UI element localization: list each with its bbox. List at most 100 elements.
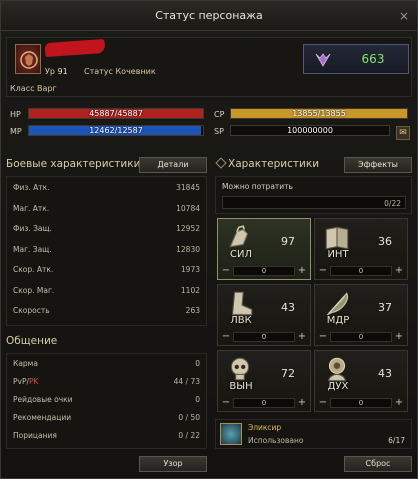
plus-button[interactable]: + [393,397,405,409]
social-row-recommend: Рекомендации 0 / 50 [13,413,200,422]
book-icon [325,226,349,250]
plus-button[interactable]: + [296,331,308,343]
stat-abbr: СИЛ [230,249,252,260]
elixir-used-label: Использовано [248,436,304,445]
stat-value: 37 [378,301,392,314]
skull-icon [230,357,250,381]
combat-stat-row: Физ. Защ. 12952 [13,221,200,237]
free-points-box: Можно потратить 0/22 [215,176,412,214]
stat-card[interactable]: ЛВК 43 −0 + [217,284,311,346]
vital-bars: HP 45887/45887 MP 12462/12587 CP 13855/1… [6,106,412,142]
details-button[interactable]: Детали [139,157,207,173]
stat-card[interactable]: СИЛ 97 −0 + [217,218,311,280]
stat-allocator: −0 + [317,331,405,343]
combat-stat-value: 1102 [180,285,200,295]
stat-abbr: ДУХ [327,381,349,392]
minus-button[interactable]: − [317,397,329,409]
combat-stat-value: 10784 [176,203,200,213]
combat-title: Боевые характеристики [6,158,141,170]
stat-value: 97 [281,235,295,248]
minus-button[interactable]: − [317,331,329,343]
hp-text: 45887/45887 [89,109,143,118]
stat-allocator: −0 + [220,265,308,277]
stat-alloc-field[interactable]: 0 [330,398,392,408]
stat-allocator: −0 + [317,397,405,409]
stat-abbr: ЛВК [230,315,252,326]
stat-value: 43 [281,301,295,314]
stat-card[interactable]: МДР 37 −0 + [314,284,408,346]
reset-button[interactable]: Сброс [344,456,412,472]
stat-alloc-field[interactable]: 0 [330,266,392,276]
status: Статус Кочевник [84,67,156,76]
stat-card[interactable]: ВЫН 72 −0 + [217,350,311,412]
minus-button[interactable]: − [220,265,232,277]
combat-stat-value: 263 [185,306,200,315]
hp-label: HP [10,110,21,119]
combat-stat-label: Скор. Маг. [13,285,55,295]
combat-stat-label: Физ. Защ. [13,224,52,233]
elixir-count: 6/17 [388,436,405,445]
combat-stat-row: Скор. Атк. 1973 [13,262,200,278]
stat-alloc-field[interactable]: 0 [330,332,392,342]
character-header: Ур 91 Статус Кочевник Класс Варг 663 [6,37,412,97]
sp-scroll-icon[interactable]: ✉ [396,126,410,140]
boot-icon [231,291,253,316]
stat-value: 43 [378,367,392,380]
crest-icon [315,53,331,67]
stat-value: 36 [378,235,392,248]
minus-button[interactable]: − [317,265,329,277]
level: Ур 91 [45,67,68,76]
stat-alloc-field[interactable]: 0 [233,332,295,342]
mp-text: 12462/12587 [89,126,143,135]
spirit-icon [327,357,347,382]
combat-stat-label: Маг. Атк. [13,203,50,213]
combat-stat-row: Маг. Защ. 12830 [13,242,200,258]
combat-stat-label: Скор. Атк. [13,265,54,274]
social-title: Общение [6,335,58,347]
title-bar[interactable]: Статус персонажа × [1,1,417,31]
cp-text: 13855/13855 [292,109,346,118]
free-points-label: Можно потратить [222,182,293,191]
stat-abbr: МДР [326,315,350,326]
social-panel: Карма 0 PvP/PK 44 / 73 Рейдовые очки 0 Реко… [6,353,207,449]
elixir-icon[interactable] [220,423,242,445]
plus-button[interactable]: + [296,397,308,409]
combat-stat-label: Физ. Атк. [13,183,50,192]
social-row-reproach: Порицания 0 / 22 [13,431,200,440]
sp-text: 100000000 [287,126,333,135]
fist-icon [229,225,249,248]
stats-title: Характеристики [215,157,319,170]
combat-stat-value: 1973 [180,265,200,274]
elixir-name: Эликсир [248,423,282,432]
mp-bar: 12462/12587 [28,125,204,136]
social-row-raid: Рейдовые очки 0 [13,395,200,404]
plus-button[interactable]: + [393,331,405,343]
mp-label: MP [10,127,22,136]
combat-stat-label: Скорость [13,306,50,315]
class: Класс Варг [10,84,57,93]
sp-bar: 100000000 [230,125,390,136]
stat-allocator: −0 + [317,265,405,277]
minus-button[interactable]: − [220,331,232,343]
minus-button[interactable]: − [220,397,232,409]
plus-button[interactable]: + [296,265,308,277]
stat-abbr: ИНТ [327,249,349,260]
cp-label: CP [214,110,225,119]
stat-card[interactable]: ИНТ 36 −0 + [314,218,408,280]
window-title: Статус персонажа [155,9,263,22]
combat-stat-row: Маг. Атк. 10784 [13,201,200,217]
stat-allocator: −0 + [220,331,308,343]
stat-value: 72 [281,367,295,380]
stat-abbr: ВЫН [229,381,253,392]
plus-button[interactable]: + [393,265,405,277]
hp-bar: 45887/45887 [28,108,204,119]
stat-alloc-field[interactable]: 0 [233,266,295,276]
cp-bar: 13855/13855 [230,108,408,119]
stat-card[interactable]: ДУХ 43 −0 + [314,350,408,412]
effects-button[interactable]: Эффекты [344,157,412,173]
close-icon[interactable]: × [397,9,411,23]
view-button[interactable]: Узор [139,456,207,472]
combat-stats-panel: Физ. Атк. 31845 Маг. Атк. 10784 Физ. Защ. 129… [6,176,207,326]
free-points-track: 0/22 [222,196,406,209]
stat-alloc-field[interactable]: 0 [233,398,295,408]
